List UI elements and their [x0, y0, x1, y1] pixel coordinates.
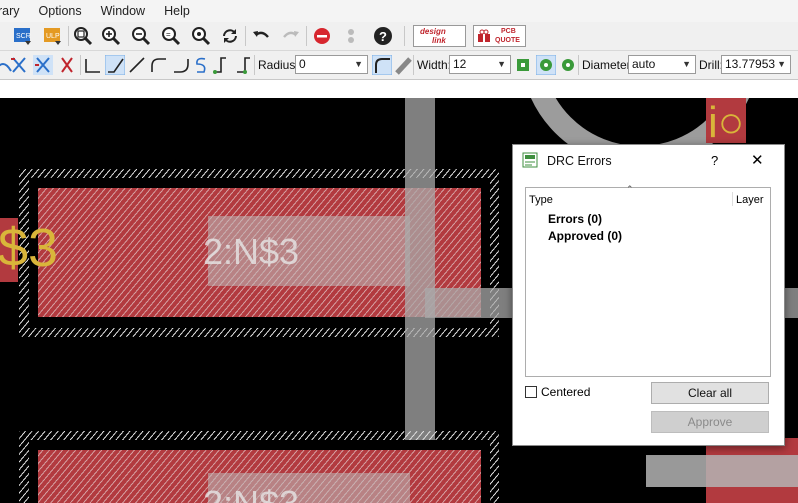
menu-options[interactable]: Options — [39, 4, 82, 18]
menu-help[interactable]: Help — [164, 4, 190, 18]
bend-arc2-icon[interactable] — [170, 54, 192, 76]
via-round-icon[interactable] — [535, 54, 557, 76]
command-area — [0, 80, 798, 98]
radius-label: Radius: — [258, 58, 299, 72]
design-link-button[interactable]: design link — [413, 25, 466, 47]
centered-checkbox[interactable] — [525, 386, 537, 398]
design-link-line1: design — [420, 27, 446, 36]
centered-label: Centered — [541, 385, 591, 399]
silk-label-top-right: i○ — [708, 98, 745, 147]
ripup-icon[interactable] — [56, 54, 78, 76]
menu-bar: rary Options Window Help — [0, 0, 798, 22]
silk-net-label-left: $3 — [0, 218, 59, 278]
pcb-quote-button[interactable]: PCB QUOTE — [473, 25, 526, 47]
dialog-close-button[interactable]: ✕ — [751, 151, 764, 169]
bend-s-icon[interactable] — [190, 54, 212, 76]
approve-button[interactable]: Approve — [651, 411, 769, 433]
svg-text:ULP: ULP — [46, 33, 60, 40]
pcb-quote-line2: QUOTE — [495, 37, 520, 44]
ulp-icon[interactable]: ULP — [42, 25, 64, 47]
redraw-icon[interactable] — [219, 25, 241, 47]
pad-net-label: 2:N$3 — [203, 231, 300, 272]
design-link-line2: link — [432, 36, 446, 45]
errors-group[interactable]: Errors (0) — [548, 212, 602, 226]
bend-45-icon[interactable] — [104, 54, 126, 76]
diameter-select[interactable]: auto ▼ — [628, 55, 696, 74]
zoom-out-icon[interactable] — [130, 25, 152, 47]
sharp-corner-icon[interactable] — [392, 54, 414, 76]
zoom-last-icon[interactable]: = — [160, 25, 182, 47]
list-header: Type ⌃ Layer — [526, 184, 770, 206]
round-corner-icon[interactable] — [371, 54, 393, 76]
dialog-help-button[interactable]: ? — [711, 153, 718, 168]
redo-icon — [280, 25, 302, 47]
trace-bottom-right — [646, 455, 798, 487]
bend-follow-icon[interactable] — [210, 54, 232, 76]
bend-arc-icon[interactable] — [148, 54, 170, 76]
drill-label: Drill: — [699, 58, 723, 72]
undo-icon[interactable] — [250, 25, 272, 47]
approved-group[interactable]: Approved (0) — [548, 229, 622, 243]
drc-error-list[interactable]: Type ⌃ Layer Errors (0) Approved (0) — [525, 184, 771, 377]
drill-select[interactable]: 13.77953 ▼ — [721, 55, 791, 74]
via-square-icon[interactable] — [512, 54, 534, 76]
column-layer-header[interactable]: Layer — [736, 194, 764, 206]
script-icon[interactable]: SCR — [12, 25, 34, 47]
dialog-title: DRC Errors — [547, 154, 612, 168]
diameter-label: Diameter: — [582, 58, 635, 72]
svg-text:?: ? — [379, 29, 387, 44]
stop-icon[interactable] — [311, 25, 333, 47]
drc-icon — [522, 152, 538, 168]
diameter-value: auto — [632, 57, 656, 71]
sort-chevron-icon: ⌃ — [626, 184, 634, 194]
width-select[interactable]: 12 ▼ — [449, 55, 511, 74]
route-x-active-icon[interactable] — [32, 54, 54, 76]
width-value: 12 — [453, 57, 467, 71]
bend-straight-icon[interactable] — [126, 54, 148, 76]
drc-errors-dialog: DRC Errors ? ✕ Type ⌃ Layer Errors (0) A… — [512, 144, 785, 446]
route-x-icon[interactable] — [8, 54, 30, 76]
pcb-quote-line1: PCB — [501, 28, 516, 35]
route-toolbar: Radius: 0 ▼ Width: 12 ▼ Diameter: auto ▼ Dr… — [0, 51, 798, 80]
svg-text:=: = — [166, 30, 171, 39]
radius-select[interactable]: 0 ▼ — [295, 55, 368, 74]
bend-90-icon[interactable] — [82, 54, 104, 76]
column-type-header[interactable]: Type — [529, 194, 553, 206]
clear-all-button[interactable]: Clear all — [651, 382, 769, 404]
bend-follow2-icon[interactable] — [232, 54, 254, 76]
zoom-in-icon[interactable] — [100, 25, 122, 47]
zoom-select-icon[interactable] — [190, 25, 212, 47]
width-label: Width: — [417, 58, 452, 72]
zoom-fit-icon[interactable] — [72, 25, 94, 47]
menu-window[interactable]: Window — [101, 4, 145, 18]
menu-library[interactable]: rary — [0, 4, 20, 18]
via-octagon-icon[interactable] — [557, 54, 579, 76]
help-icon[interactable]: ? — [372, 25, 394, 47]
radius-value: 0 — [299, 57, 306, 71]
gift-icon — [478, 29, 490, 42]
drill-value: 13.77953 — [725, 57, 776, 71]
main-toolbar: SCR ULP = ? design link PCB QUOTE — [0, 22, 798, 51]
go-icon — [340, 25, 362, 47]
pad-net-label-2: 2:N$3 — [203, 484, 299, 503]
svg-text:SCR: SCR — [16, 33, 31, 40]
